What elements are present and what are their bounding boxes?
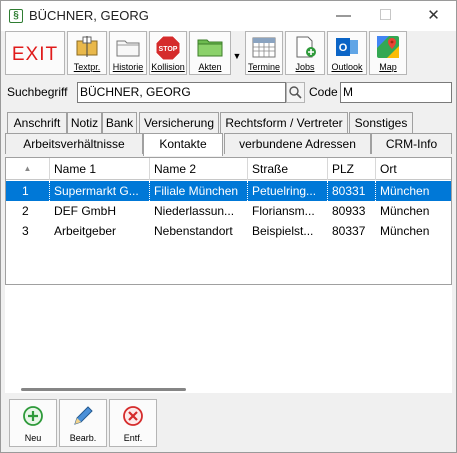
text-processor-button[interactable]: Textpr. — [67, 31, 107, 75]
cell-zip: 80331 — [328, 181, 376, 201]
minimize-button[interactable]: — — [321, 1, 366, 31]
tab-insurance[interactable]: Versicherung — [139, 112, 219, 133]
jobs-label: Jobs — [295, 62, 315, 72]
code-input[interactable]: M — [340, 82, 452, 103]
column-header-city[interactable]: Ort — [376, 158, 451, 180]
cell-name2: Filiale München — [150, 181, 248, 201]
maximize-button[interactable]: ☐ — [363, 1, 408, 31]
window-title: BÜCHNER, GEORG — [29, 8, 149, 23]
row-number: 3 — [22, 224, 29, 238]
delete-label: Entf. — [123, 433, 143, 443]
column-header-zip[interactable]: PLZ — [328, 158, 376, 180]
search-row: Suchbegriff BÜCHNER, GEORG Code M — [3, 81, 454, 105]
search-label: Suchbegriff — [7, 85, 68, 99]
toolbar: EXIT Textpr. Historie STOP Kollision Akt… — [3, 31, 454, 77]
table-row[interactable]: 1 Supermarkt G... Filiale München Petuel… — [6, 181, 451, 201]
calendar-icon — [252, 37, 276, 58]
tab-employment[interactable]: Arbeitsverhältnisse — [5, 133, 143, 154]
horizontal-scrollbar[interactable] — [21, 388, 186, 391]
green-folder-icon — [197, 39, 223, 57]
tab-linked-addresses[interactable]: verbundene Adressen — [224, 133, 371, 154]
row-number: 1 — [6, 181, 50, 201]
cell-city: München — [380, 184, 430, 198]
files-dropdown-icon[interactable]: ▼ — [231, 51, 243, 63]
table-row[interactable]: 3 Arbeitgeber Nebenstandort Beispielst..… — [6, 221, 451, 241]
cell-zip: 80337 — [332, 224, 366, 238]
history-label: Historie — [112, 62, 144, 72]
outlook-label: Outlook — [331, 62, 363, 72]
new-button[interactable]: Neu — [9, 399, 57, 447]
exit-label: EXIT — [11, 44, 59, 65]
code-label: Code — [309, 85, 338, 99]
app-logo-icon: § — [9, 9, 23, 23]
tab-crm-info[interactable]: CRM-Info — [371, 133, 452, 154]
close-button[interactable]: ✕ — [411, 1, 456, 31]
cell-city: München — [380, 224, 430, 238]
files-button[interactable]: Akten — [189, 31, 231, 75]
map-button[interactable]: Map — [369, 31, 407, 75]
search-input[interactable]: BÜCHNER, GEORG — [77, 82, 286, 103]
row-number: 2 — [22, 204, 29, 218]
pencil-icon — [74, 406, 93, 425]
appointments-label: Termine — [247, 62, 280, 72]
column-header-name1[interactable]: Name 1 — [50, 158, 150, 180]
cell-name1: DEF GmbH — [54, 204, 117, 218]
magnifier-icon — [289, 86, 302, 99]
tab-misc[interactable]: Sonstiges — [349, 112, 413, 133]
svg-text:O: O — [339, 42, 348, 54]
collision-label: Kollision — [151, 62, 185, 72]
outlook-icon: O — [336, 38, 358, 56]
jobs-button[interactable]: Jobs — [285, 31, 325, 75]
cell-city: München — [380, 204, 430, 218]
column-header-street[interactable]: Straße — [248, 158, 328, 180]
table-header: ▲ Name 1 Name 2 Straße PLZ Ort — [6, 158, 451, 180]
cell-street: Petuelring... — [248, 181, 328, 201]
google-maps-icon — [377, 36, 399, 58]
exit-button[interactable]: EXIT — [5, 31, 65, 75]
contacts-table: ▲ Name 1 Name 2 Straße PLZ Ort 1 Superma… — [5, 157, 452, 285]
cell-name2: Niederlassun... — [154, 204, 235, 218]
cell-street: Beispielst... — [252, 224, 314, 238]
text-processor-icon — [76, 36, 98, 57]
empty-area — [5, 285, 452, 393]
app-window: § BÜCHNER, GEORG — ☐ ✕ EXIT Textpr. Hist… — [0, 0, 457, 453]
svg-text:STOP: STOP — [159, 46, 178, 53]
tab-legal-form[interactable]: Rechtsform / Vertreter — [220, 112, 348, 133]
document-add-icon — [296, 36, 316, 58]
cell-name1: Arbeitgeber — [54, 224, 117, 238]
delete-x-circle-icon — [123, 406, 143, 426]
plus-circle-icon — [23, 406, 43, 426]
appointments-button[interactable]: Termine — [245, 31, 283, 75]
delete-button[interactable]: Entf. — [109, 399, 157, 447]
cell-name2: Nebenstandort — [154, 224, 233, 238]
title-bar: § BÜCHNER, GEORG — ☐ ✕ — [1, 1, 456, 31]
tab-address[interactable]: Anschrift — [7, 112, 67, 133]
table-row[interactable]: 2 DEF GmbH Niederlassun... Floriansm... … — [6, 201, 451, 221]
folder-history-icon — [116, 40, 140, 57]
history-button[interactable]: Historie — [109, 31, 147, 75]
sort-arrow-icon[interactable]: ▲ — [6, 158, 50, 180]
tab-row-2: Arbeitsverhältnisse Kontakte verbundene … — [3, 133, 454, 156]
search-button[interactable] — [286, 82, 305, 103]
edit-button[interactable]: Bearb. — [59, 399, 107, 447]
bottom-bar: Neu Bearb. Entf. — [5, 397, 452, 451]
outlook-button[interactable]: O Outlook — [327, 31, 367, 75]
tab-row-1: Anschrift Notiz Bank Versicherung Rechts… — [3, 112, 454, 133]
text-processor-label: Textpr. — [73, 62, 101, 72]
tab-contacts[interactable]: Kontakte — [143, 133, 223, 156]
edit-label: Bearb. — [69, 433, 97, 443]
new-label: Neu — [24, 433, 42, 443]
files-label: Akten — [198, 62, 222, 72]
tab-bank[interactable]: Bank — [102, 112, 137, 133]
cell-zip: 80933 — [332, 204, 366, 218]
collision-button[interactable]: STOP Kollision — [149, 31, 187, 75]
cell-name1: Supermarkt G... — [50, 181, 150, 201]
map-label: Map — [379, 62, 397, 72]
stop-sign-icon: STOP — [155, 35, 181, 61]
column-header-name2[interactable]: Name 2 — [150, 158, 248, 180]
cell-street: Floriansm... — [252, 204, 315, 218]
tab-note[interactable]: Notiz — [67, 112, 102, 133]
